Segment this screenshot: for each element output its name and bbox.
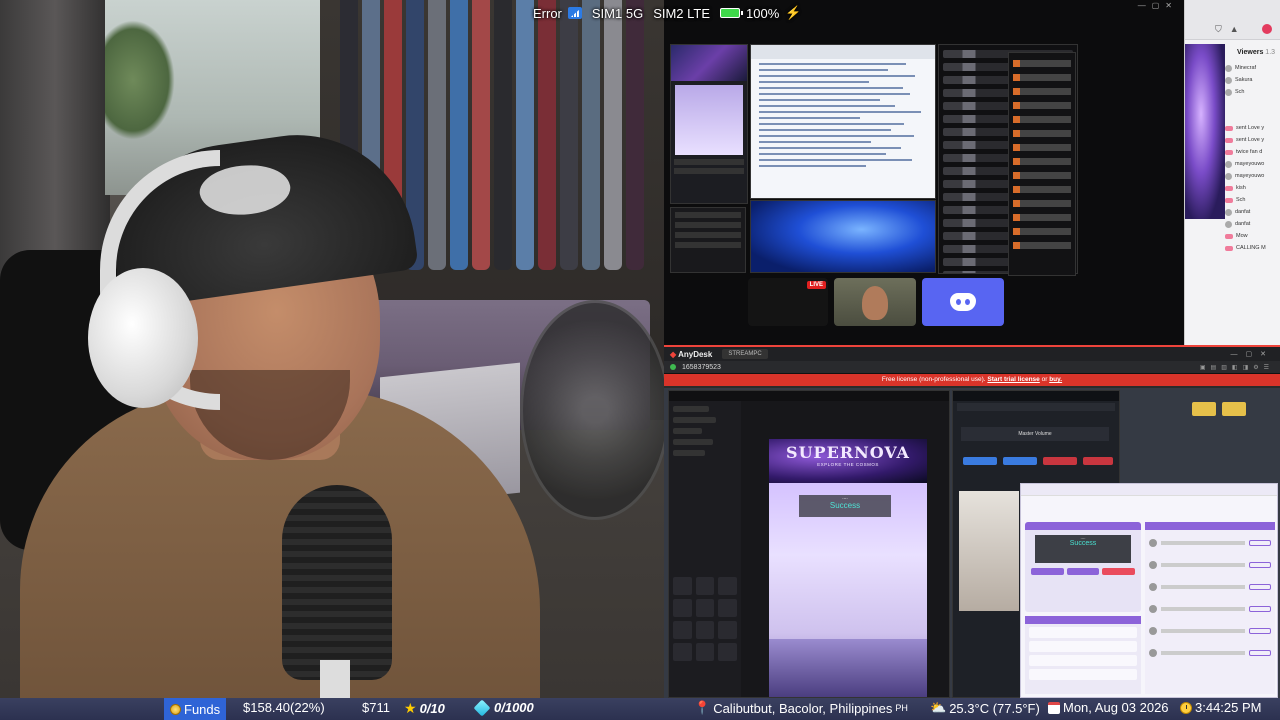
stream-frame: —▢✕ LIVE ⛉▲ Viewers 1.3 Minecraf Sakura … [0,0,1280,720]
anydesk-window: ◆ AnyDesk STREAMPC —▢✕ 1658379523 ▣▤▥◧◨⚙… [664,345,1280,698]
viewer-row[interactable]: danfat [1225,206,1280,218]
time: 3:44:25 PM [1180,700,1262,715]
weather-icon: ⛅ [930,700,947,715]
funds-balance: $158.40(22%) [243,700,325,715]
star-icon: ★ [404,700,417,716]
live-badge: LIVE [806,281,826,289]
gem-goal: 0/1000 [473,699,534,716]
viewers-list: Minecraf Sakura Sch sent Love y sent Lov… [1225,62,1280,254]
stream-banner: SUPERNOVA EXPLORE THE COSMOS [769,439,927,483]
viewer-row[interactable]: Sakura [1225,74,1280,86]
sim1-status: SIM1 5G [591,5,644,21]
window-controls[interactable]: —▢✕ [1138,1,1178,10]
remote-desktop: SUPERNOVA EXPLORE THE COSMOS .... Succes… [664,388,1280,698]
anydesk-toolbar[interactable]: ▣▤▥◧◨⚙☰ [1200,364,1274,371]
anydesk-logo: ◆ AnyDesk [670,349,713,359]
viewer-row[interactable]: mayeyouwo [1225,158,1280,170]
song-request-window[interactable]: .... Success [1020,483,1278,698]
discord-tile[interactable] [922,278,1004,326]
anydesk-titlebar: ◆ AnyDesk STREAMPC —▢✕ [664,347,1280,361]
sim2-status: SIM2 LTE [653,5,711,21]
microphone-arm [320,660,350,698]
headphone-cup [88,268,198,408]
gift-leaderboard [1145,522,1275,694]
viewer-row[interactable]: twice fan d [1225,146,1280,158]
viewer-row[interactable]: kish [1225,182,1280,194]
viewer-row[interactable]: CALLING M [1225,242,1280,254]
star-goal: ★ 0/10 [404,700,445,716]
viewer-row[interactable]: Mow [1225,230,1280,242]
connection-status-overlay: Error SIM1 5G SIM2 LTE 100% ⚡ [533,4,801,22]
obs-sources-panel[interactable] [670,207,746,273]
viewer-row[interactable]: Sch [1225,194,1280,206]
master-volume-label: Master Volume [961,427,1109,441]
song-status-card: .... Success [799,495,891,517]
buy-link[interactable]: buy. [1049,376,1062,383]
gift-feed-panel[interactable] [1008,52,1076,276]
diamond-icon [473,699,491,716]
desktop-wallpaper [750,200,936,273]
funds-badge: Funds [164,698,226,720]
live-studio-window[interactable]: SUPERNOVA EXPLORE THE COSMOS .... Succes… [668,390,950,698]
browser-toolbar-icons[interactable]: ⛉▲ [1215,24,1247,35]
viewer-row[interactable]: sent Love y [1225,134,1280,146]
now-playing-card: .... Success [1025,522,1141,612]
signal-icon [567,7,582,19]
anydesk-address-bar: 1658379523 ▣▤▥◧◨⚙☰ [664,361,1280,374]
skip-button[interactable] [1066,568,1100,575]
clock-icon [1180,701,1192,714]
window-controls[interactable]: —▢✕ [1231,350,1274,358]
song-queue [1025,616,1141,694]
trial-license-link[interactable]: Start trial license [987,376,1039,383]
location-pin-icon: 📍 [694,700,711,715]
anydesk-id[interactable]: 1658379523 [682,364,721,371]
viewers-browser-panel: ⛉▲ Viewers 1.3 Minecraf Sakura Sch sent … [1184,0,1280,345]
battery-level: 100% [746,5,780,21]
studio-sidebar [669,401,741,697]
battery-icon [720,8,744,18]
date: Mon, Aug 03 2026 [1048,700,1169,715]
folder-icon[interactable] [1222,402,1246,416]
profile-avatar[interactable] [1262,24,1272,34]
document-window[interactable] [750,44,936,199]
pause-button[interactable] [1031,568,1064,575]
charging-icon: ⚡ [785,5,802,20]
viewer-row[interactable]: Minecraf [1225,62,1280,74]
license-notice: Free license (non-professional use). Sta… [664,374,1280,386]
obs-preview-window[interactable] [670,44,748,204]
viewer-row[interactable]: mayeyouwo [1225,170,1280,182]
calendar-icon [1048,701,1060,714]
add-song-button[interactable] [1102,568,1136,575]
monitor-capture: —▢✕ LIVE [664,0,1184,345]
viewer-row[interactable]: sent Love y [1225,122,1280,134]
stream-preview: SUPERNOVA EXPLORE THE COSMOS .... Succes… [769,439,927,697]
viewer-row[interactable]: danfat [1225,218,1280,230]
folder-icon[interactable] [1192,402,1216,416]
funds-amount: $711 [362,700,390,715]
microphone [282,485,392,680]
error-label: Error [533,5,562,21]
location: 📍 Calibutbut, Bacolor, Philippines PH [694,700,908,716]
coin-icon [170,703,181,715]
camera-tile-face[interactable] [834,278,916,326]
desk-fan [520,300,664,520]
anydesk-session-tab[interactable]: STREAMPC [722,349,768,359]
viewers-heading: Viewers 1.3 [1237,49,1276,56]
weather: ⛅ 25.3°C (77.5°F) [930,700,1040,716]
connection-status-icon [670,364,676,370]
video-preview [959,491,1019,611]
camera-tile-live[interactable]: LIVE [748,278,828,326]
discord-icon [950,293,976,311]
stream-info-bar: Funds $158.40(22%) $711 ★ 0/10 0/1000 📍 … [0,698,1280,720]
webcam-feed [0,0,664,698]
stream-thumbnail [1185,44,1225,219]
viewer-row[interactable]: Sch [1225,86,1280,98]
